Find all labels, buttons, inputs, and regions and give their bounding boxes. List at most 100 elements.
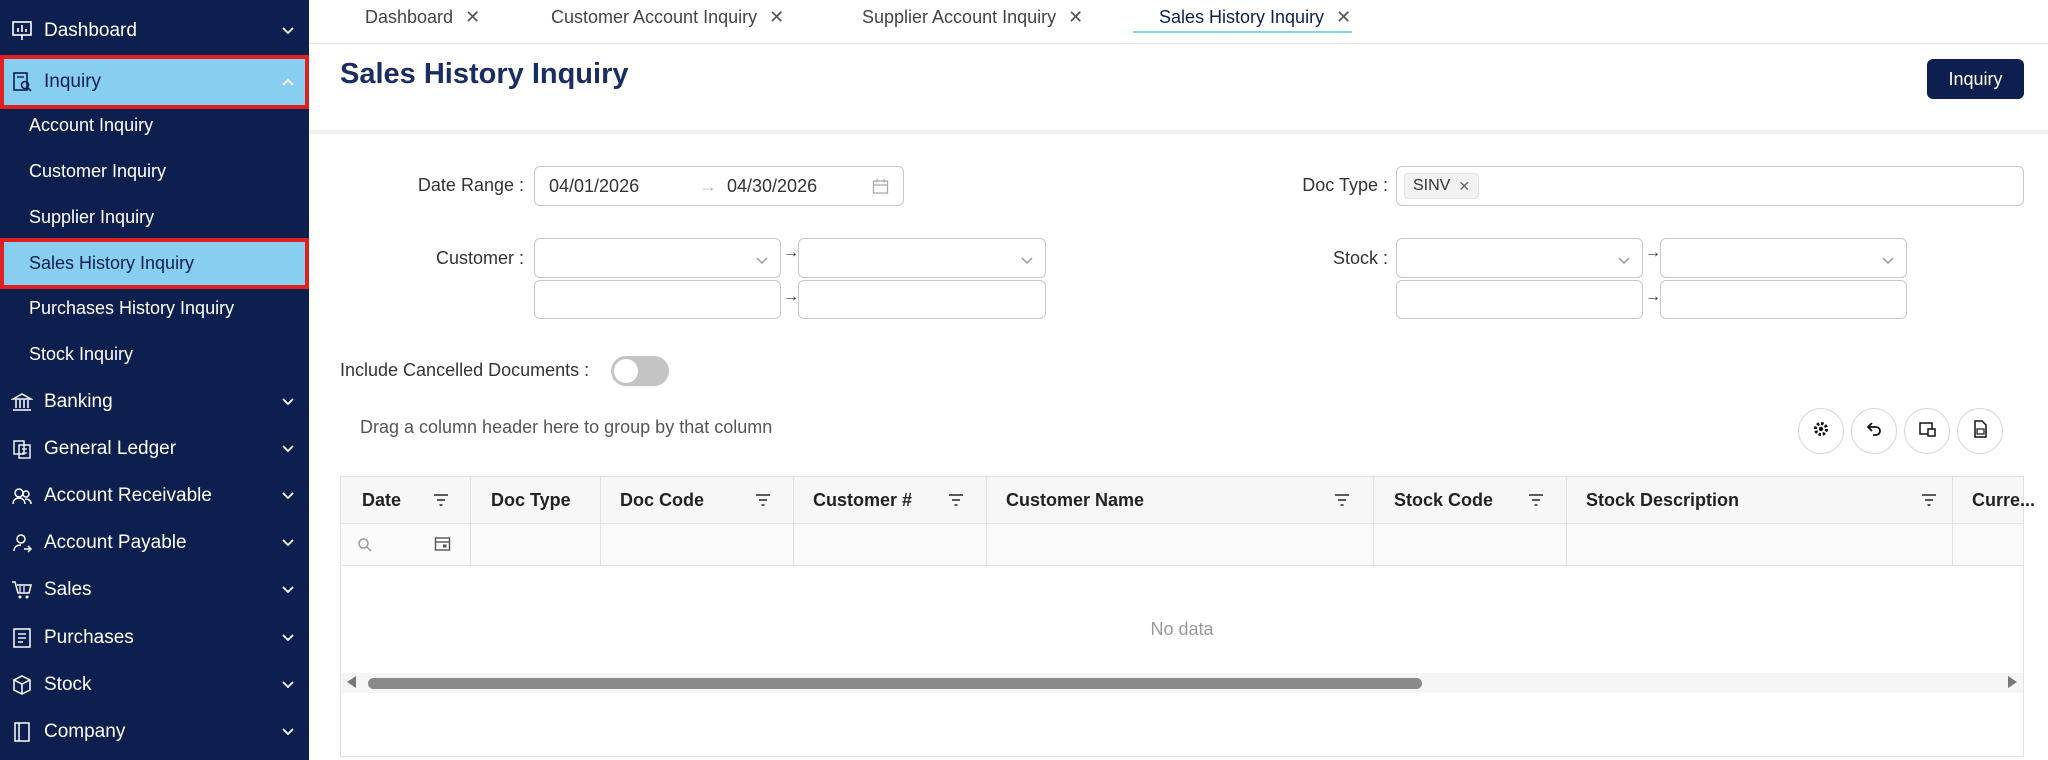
- column-header-currency[interactable]: Curre...: [1972, 477, 2035, 524]
- bank-icon: [10, 390, 34, 414]
- customer-to-select[interactable]: [798, 238, 1046, 278]
- tab-customer-account-inquiry[interactable]: Customer Account Inquiry ✕: [551, 0, 784, 34]
- chevron-down-icon: [281, 442, 295, 456]
- stock-to-select[interactable]: [1660, 238, 1907, 278]
- column-chooser-button[interactable]: [1904, 408, 1950, 454]
- tab-supplier-account-inquiry[interactable]: Supplier Account Inquiry ✕: [862, 0, 1083, 34]
- inquiry-button[interactable]: Inquiry: [1927, 59, 2024, 99]
- tab-dashboard[interactable]: Dashboard ✕: [365, 0, 480, 34]
- scroll-right-arrow-icon[interactable]: [2008, 676, 2017, 688]
- ledger-icon: [10, 437, 34, 461]
- horizontal-scrollbar[interactable]: [341, 673, 2023, 693]
- sidebar-item-label: Purchases: [44, 626, 134, 648]
- sidebar-item-account-receivable[interactable]: Account Receivable: [0, 472, 309, 519]
- sidebar-item-stock[interactable]: Stock: [0, 661, 309, 708]
- sidebar-item-label: Company: [44, 720, 126, 742]
- sidebar-subitem-customer-inquiry[interactable]: Customer Inquiry: [0, 148, 309, 194]
- export-button[interactable]: [1957, 408, 2003, 454]
- sidebar-subitem-label: Stock Inquiry: [29, 343, 134, 364]
- sidebar-subitem-stock-inquiry[interactable]: Stock Inquiry: [0, 331, 309, 377]
- column-header-doc-code[interactable]: Doc Code: [620, 477, 704, 524]
- column-header-stock-code[interactable]: Stock Code: [1394, 477, 1493, 524]
- calendar-filter-icon[interactable]: [434, 535, 451, 557]
- stock-desc-to-input[interactable]: [1660, 280, 1907, 319]
- sidebar-item-inquiry[interactable]: Inquiry: [0, 55, 309, 109]
- customer-name-from-input[interactable]: [534, 280, 781, 319]
- column-header-customer-number[interactable]: Customer #: [813, 477, 912, 524]
- sidebar-item-account-payable[interactable]: Account Payable: [0, 519, 309, 566]
- sidebar-item-general-ledger[interactable]: General Ledger: [0, 425, 309, 472]
- column-separator: [600, 477, 601, 566]
- close-icon[interactable]: ✕: [465, 7, 480, 28]
- chevron-up-icon: [281, 75, 295, 89]
- column-header-stock-description[interactable]: Stock Description: [1586, 477, 1739, 524]
- calendar-icon[interactable]: [872, 178, 889, 200]
- close-icon[interactable]: ✕: [1336, 7, 1351, 28]
- column-header-label: Doc Code: [620, 490, 705, 510]
- column-header-label: Date: [362, 490, 402, 510]
- active-tab-indicator: [1133, 31, 1352, 33]
- cart-icon: [10, 578, 34, 602]
- column-separator: [986, 477, 987, 566]
- sidebar-item-purchases[interactable]: Purchases: [0, 614, 309, 661]
- tab-sales-history-inquiry[interactable]: Sales History Inquiry ✕: [1159, 0, 1351, 34]
- range-arrow-icon: →: [1645, 288, 1661, 305]
- filter-icon[interactable]: [433, 493, 449, 512]
- stock-desc-from-input[interactable]: [1396, 280, 1643, 319]
- column-separator: [470, 477, 471, 566]
- date-to-input[interactable]: 04/30/2026: [727, 176, 817, 197]
- range-arrow-icon: →: [1645, 244, 1661, 261]
- no-data-message: No data: [1150, 619, 1214, 639]
- include-cancelled-toggle[interactable]: [611, 356, 669, 386]
- sidebar-subitem-label: Supplier Inquiry: [29, 206, 155, 227]
- sidebar-subitem-account-inquiry[interactable]: Account Inquiry: [0, 102, 309, 148]
- filter-icon[interactable]: [755, 493, 771, 512]
- column-header-customer-name[interactable]: Customer Name: [1006, 477, 1144, 524]
- doc-type-label: Doc Type :: [1302, 175, 1388, 195]
- column-header-date[interactable]: Date: [362, 477, 401, 524]
- column-separator: [1566, 477, 1567, 566]
- sidebar-subitem-purchases-history-inquiry[interactable]: Purchases History Inquiry: [0, 285, 309, 331]
- close-icon[interactable]: ✕: [1068, 7, 1083, 28]
- sidebar-subitem-sales-history-inquiry[interactable]: Sales History Inquiry: [0, 238, 309, 289]
- doc-type-tag: SINV ✕: [1404, 173, 1480, 199]
- customer-from-select[interactable]: [534, 238, 781, 278]
- close-icon[interactable]: ✕: [769, 7, 784, 28]
- scroll-left-arrow-icon[interactable]: [347, 676, 356, 688]
- customer-name-to-input[interactable]: [798, 280, 1046, 319]
- export-excel-icon: [1971, 419, 1989, 443]
- tag-remove-icon[interactable]: ✕: [1458, 178, 1470, 195]
- purchases-icon: [10, 626, 34, 650]
- chevron-down-icon: [1021, 252, 1033, 270]
- stock-from-select[interactable]: [1396, 238, 1643, 278]
- toggle-knob: [614, 359, 638, 383]
- chevron-down-icon: [281, 489, 295, 503]
- sidebar-item-sales[interactable]: Sales: [0, 566, 309, 613]
- column-header-label: Stock Description: [1586, 490, 1740, 510]
- filter-icon[interactable]: [1334, 493, 1350, 512]
- undo-button[interactable]: [1851, 408, 1897, 454]
- tab-label: Dashboard: [365, 6, 454, 27]
- date-from-input[interactable]: 04/01/2026: [549, 176, 639, 197]
- doc-type-select[interactable]: SINV ✕: [1396, 166, 2024, 206]
- sidebar-item-label: Account Payable: [44, 531, 187, 553]
- range-arrow-icon: →: [699, 175, 717, 196]
- filter-icon[interactable]: [1921, 493, 1937, 512]
- settings-button[interactable]: [1798, 408, 1844, 454]
- sidebar-item-dashboard[interactable]: Dashboard: [0, 7, 309, 54]
- sidebar-item-banking[interactable]: Banking: [0, 378, 309, 425]
- date-range-picker[interactable]: 04/01/2026 → 04/30/2026: [534, 166, 904, 206]
- search-icon[interactable]: [357, 537, 373, 558]
- sidebar-item-company[interactable]: Company: [0, 708, 309, 755]
- sidebar: Dashboard Inquiry Account Inquiry Custom…: [0, 0, 309, 760]
- tab-bar: Dashboard ✕ Customer Account Inquiry ✕ S…: [309, 0, 2048, 44]
- filter-icon[interactable]: [1528, 493, 1544, 512]
- scrollbar-thumb[interactable]: [368, 678, 1422, 689]
- chevron-down-icon: [281, 24, 295, 38]
- sidebar-subitem-supplier-inquiry[interactable]: Supplier Inquiry: [0, 194, 309, 240]
- filter-icon[interactable]: [948, 493, 964, 512]
- undo-icon: [1865, 420, 1883, 443]
- column-header-doc-type[interactable]: Doc Type: [491, 477, 571, 524]
- inquiry-doc-icon: [10, 70, 34, 94]
- sidebar-item-label: Stock: [44, 673, 92, 695]
